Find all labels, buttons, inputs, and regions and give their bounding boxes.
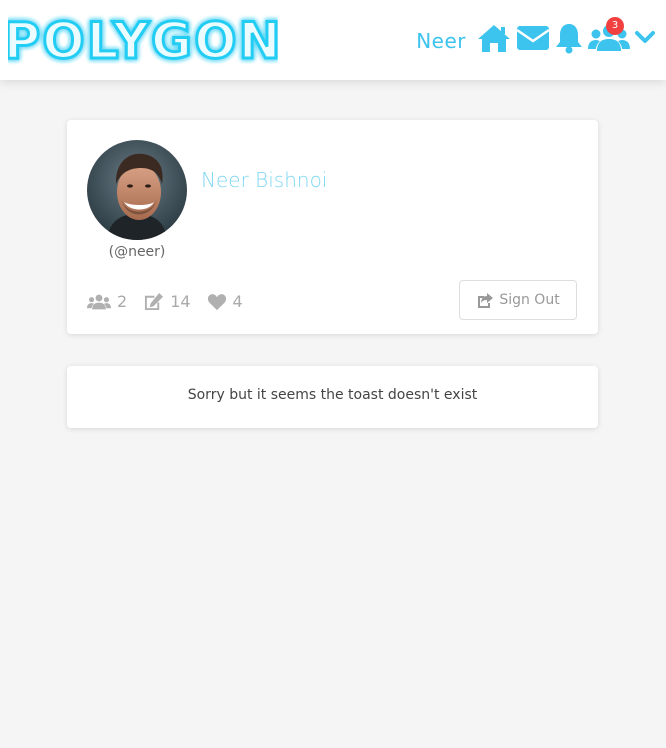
bell-icon[interactable] bbox=[554, 22, 584, 54]
chevron-down-icon[interactable] bbox=[634, 30, 656, 46]
logo-text: POLYGON bbox=[8, 12, 278, 70]
profile-full-name[interactable]: Neer Bishnoi bbox=[201, 168, 327, 192]
profile-handle: (@neer) bbox=[108, 244, 166, 260]
likes-count: 4 bbox=[232, 292, 243, 311]
navbar: POLYGON Neer 3 bbox=[0, 0, 666, 80]
home-icon[interactable] bbox=[476, 23, 512, 53]
posts-stat[interactable]: 14 bbox=[143, 292, 191, 311]
friend-requests-button[interactable]: 3 bbox=[588, 17, 630, 53]
toast-card: Sorry but it seems the toast doesn't exi… bbox=[67, 366, 598, 428]
envelope-icon[interactable] bbox=[516, 24, 550, 52]
sign-out-button[interactable]: Sign Out bbox=[459, 280, 577, 320]
friends-stat[interactable]: 2 bbox=[87, 292, 127, 311]
share-icon bbox=[478, 293, 494, 308]
friends-count: 2 bbox=[117, 292, 128, 311]
posts-count: 14 bbox=[170, 292, 191, 311]
avatar[interactable] bbox=[87, 140, 187, 240]
profile-stats: 2 14 4 bbox=[87, 292, 259, 311]
nav-username-link[interactable]: Neer bbox=[416, 29, 466, 53]
users-icon bbox=[87, 294, 111, 309]
toast-message: Sorry but it seems the toast doesn't exi… bbox=[187, 387, 478, 403]
likes-stat[interactable]: 4 bbox=[207, 292, 243, 311]
edit-icon bbox=[145, 292, 164, 311]
profile-card: Neer Bishnoi (@neer) 2 14 4 Sign Out bbox=[67, 120, 598, 334]
heart-icon bbox=[207, 293, 226, 310]
sign-out-label: Sign Out bbox=[499, 292, 560, 308]
polygon-logo[interactable]: POLYGON bbox=[2, 8, 282, 72]
notification-badge: 3 bbox=[606, 17, 624, 35]
nav-actions: Neer 3 bbox=[416, 17, 656, 58]
